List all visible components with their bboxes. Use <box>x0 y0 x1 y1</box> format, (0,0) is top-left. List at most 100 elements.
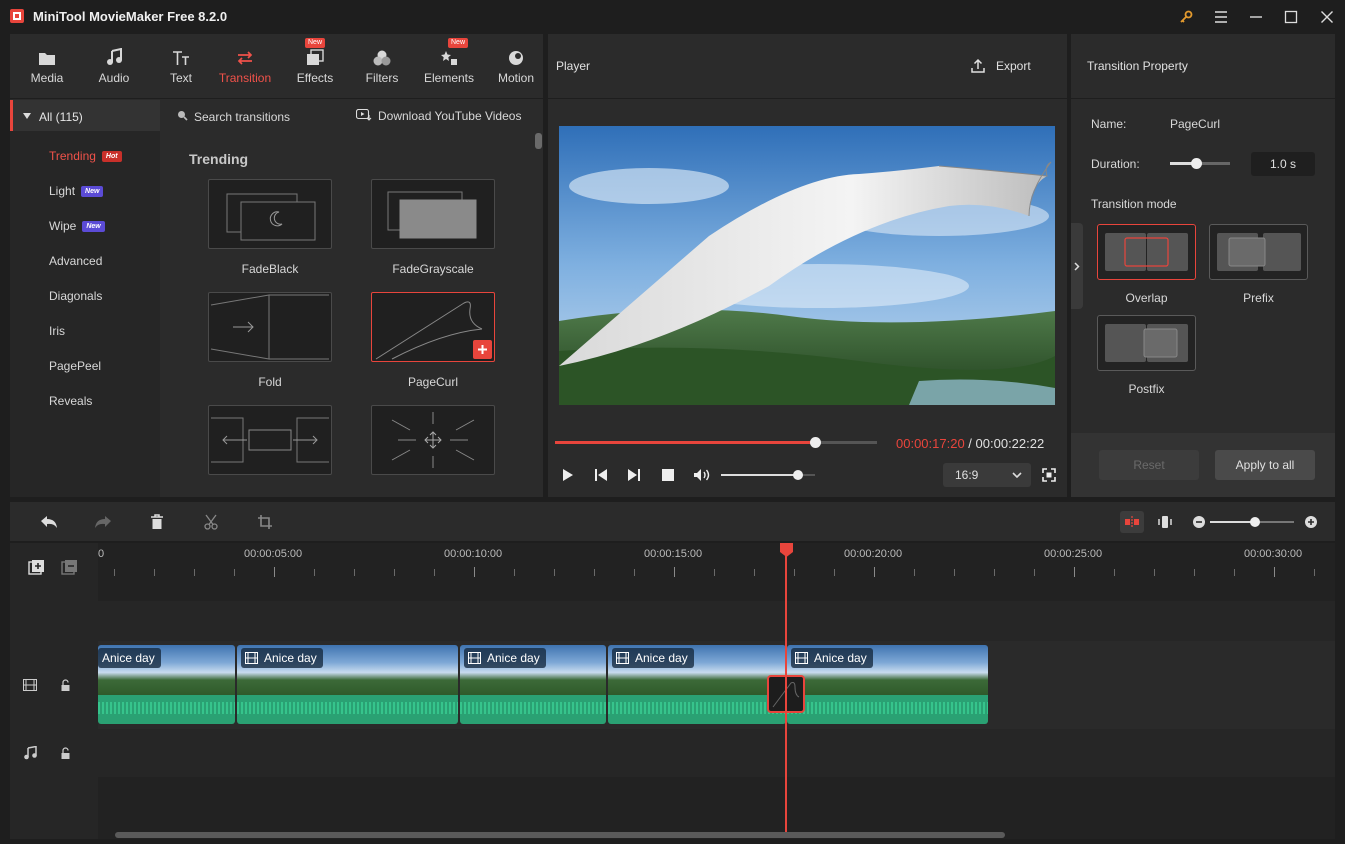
mode-prefix[interactable] <box>1209 224 1308 280</box>
download-youtube-link[interactable]: Download YouTube Videos <box>378 109 521 123</box>
add-track-button[interactable] <box>28 559 46 577</box>
lock-icon[interactable] <box>60 679 71 691</box>
close-icon[interactable] <box>1315 6 1339 28</box>
export-button[interactable]: Export <box>970 55 1031 77</box>
undo-icon <box>41 516 57 528</box>
ruler-label: 00:00:05:00 <box>244 548 303 560</box>
redo-icon <box>95 516 111 528</box>
tab-media[interactable]: Media <box>22 44 72 92</box>
playhead-handle[interactable] <box>780 543 793 557</box>
key-icon[interactable] <box>1174 6 1198 28</box>
video-clip[interactable]: Anice day <box>787 645 988 724</box>
mode-label: Overlap <box>1125 291 1168 305</box>
stop-icon <box>662 469 674 481</box>
playhead-line[interactable] <box>785 545 787 832</box>
stop-button[interactable] <box>659 466 677 484</box>
time-display: 00:00:17:20 / 00:00:22:22 <box>896 436 1045 451</box>
tab-motion[interactable]: Motion <box>491 44 541 92</box>
progress-handle[interactable] <box>810 437 821 448</box>
category-trending[interactable]: Trending Hot <box>49 149 122 163</box>
delete-button[interactable] <box>146 511 168 533</box>
zoom-in-icon <box>1305 516 1317 528</box>
lock-icon[interactable] <box>60 747 71 759</box>
crop-button[interactable] <box>254 511 276 533</box>
tab-effects[interactable]: New Effects <box>290 38 340 92</box>
category-advanced[interactable]: Advanced <box>49 254 102 268</box>
audio-mixer-button[interactable] <box>1154 511 1176 533</box>
category-light[interactable]: Light New <box>49 184 104 198</box>
remove-track-button[interactable] <box>61 559 79 577</box>
volume-handle[interactable] <box>793 470 803 480</box>
hot-badge: Hot <box>101 151 122 163</box>
tab-filters[interactable]: Filters <box>357 44 407 92</box>
fullscreen-button[interactable] <box>1040 466 1058 484</box>
tab-audio[interactable]: Audio <box>89 44 139 92</box>
category-reveals[interactable]: Reveals <box>49 394 92 408</box>
snap-toggle-button[interactable] <box>1120 511 1144 533</box>
audio-waveform <box>237 695 458 724</box>
export-icon <box>971 58 985 73</box>
video-clip[interactable]: Anice day <box>460 645 606 724</box>
zoom-in-button[interactable] <box>1300 511 1322 533</box>
menu-icon[interactable] <box>1209 6 1233 28</box>
previous-frame-button[interactable] <box>592 466 610 484</box>
split-button[interactable] <box>200 511 222 533</box>
total-time: 00:00:22:22 <box>975 436 1045 451</box>
transition-thumb-fold[interactable] <box>208 292 332 362</box>
empty-track <box>98 601 1335 641</box>
name-value: PageCurl <box>1170 117 1221 131</box>
transition-arrows-icon <box>236 44 254 66</box>
next-frame-button[interactable] <box>625 466 643 484</box>
plus-icon <box>478 345 487 354</box>
maximize-icon[interactable] <box>1279 6 1303 28</box>
category-all[interactable] <box>10 100 160 131</box>
timeline-scrollbar[interactable] <box>115 832 1005 838</box>
video-clip[interactable]: Anice day <box>608 645 786 724</box>
redo-button[interactable] <box>92 511 114 533</box>
new-badge: New <box>448 38 469 48</box>
category-diagonals[interactable]: Diagonals <box>49 289 102 303</box>
tab-elements[interactable]: New Elements <box>420 38 478 92</box>
audio-track <box>98 729 1335 777</box>
duration-slider-handle[interactable] <box>1191 158 1202 169</box>
library-scrollbar[interactable] <box>535 133 542 149</box>
clip-label: Anice day <box>241 648 323 668</box>
caret-down-icon[interactable] <box>23 113 31 119</box>
progress-fill <box>555 441 816 444</box>
transition-thumb-fadeblack[interactable] <box>208 179 332 249</box>
volume-button[interactable] <box>692 466 712 484</box>
add-transition-button[interactable] <box>473 340 492 359</box>
search-input[interactable]: Search transitions <box>194 110 290 124</box>
play-button[interactable] <box>559 466 577 484</box>
tab-transition[interactable]: Transition <box>215 44 275 92</box>
category-pagepeel[interactable]: PagePeel <box>49 359 101 373</box>
transition-thumb[interactable] <box>208 405 332 475</box>
undo-button[interactable] <box>38 511 60 533</box>
category-iris[interactable]: Iris <box>49 324 65 338</box>
ruler-minor-tick <box>394 569 395 576</box>
duration-input[interactable]: 1.0 s <box>1251 152 1315 176</box>
collapse-panel-toggle[interactable] <box>1071 223 1083 309</box>
tab-text[interactable]: Text <box>156 44 206 92</box>
reset-button[interactable]: Reset <box>1099 450 1199 480</box>
split-audio-icon <box>1158 516 1172 528</box>
ruler-minor-tick <box>1034 569 1035 576</box>
ruler-minor-tick <box>834 569 835 576</box>
zoom-slider-handle[interactable] <box>1250 517 1260 527</box>
apply-to-all-button[interactable]: Apply to all <box>1215 450 1315 480</box>
transition-thumb-fadegrayscale[interactable] <box>371 179 495 249</box>
ruler-label: 0 <box>98 548 105 560</box>
transition-thumb[interactable] <box>371 405 495 475</box>
mode-postfix[interactable] <box>1097 315 1196 371</box>
minimize-icon[interactable] <box>1244 6 1268 28</box>
video-clip[interactable]: Anice day <box>237 645 458 724</box>
film-icon <box>468 652 481 664</box>
video-clip[interactable]: Anice day <box>98 645 235 724</box>
zoom-out-button[interactable] <box>1188 511 1210 533</box>
progress-track[interactable] <box>555 441 877 444</box>
aspect-ratio-select[interactable]: 16:9 <box>943 463 1031 487</box>
mode-overlap[interactable] <box>1097 224 1196 280</box>
ruler-minor-tick <box>1234 569 1235 576</box>
property-title: Transition Property <box>1087 59 1188 73</box>
category-wipe[interactable]: Wipe New <box>49 219 105 233</box>
